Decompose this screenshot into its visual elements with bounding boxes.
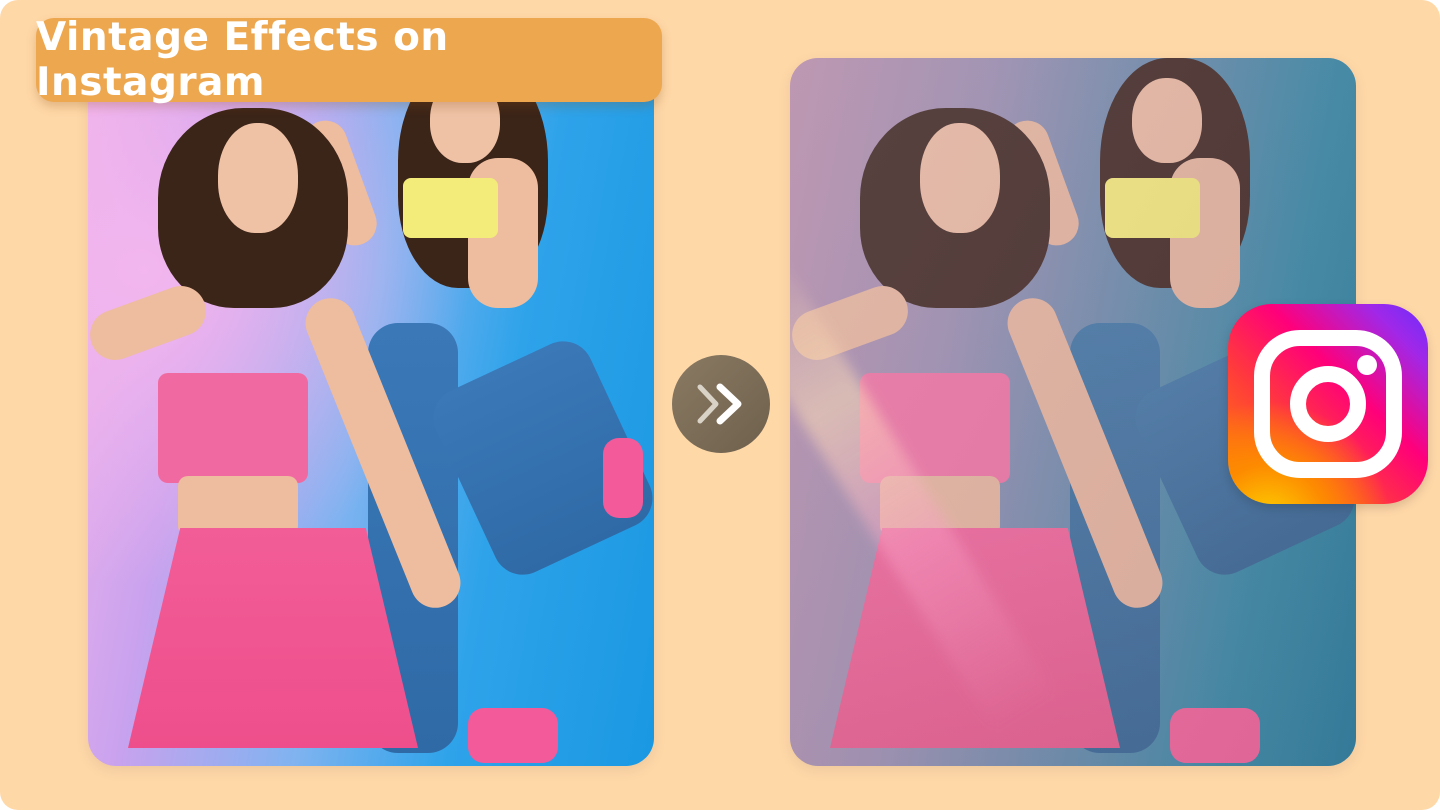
instagram-icon: [1228, 304, 1428, 504]
model-front: [88, 98, 558, 766]
page-title: Vintage Effects on Instagram: [36, 15, 449, 105]
double-chevron-right-icon: [697, 383, 742, 425]
original-photo: [88, 58, 654, 766]
title-badge: Vintage Effects on Instagram: [36, 15, 662, 105]
canvas: Vintage Effects on Instagram: [0, 0, 1440, 810]
instagram-glyph: [1254, 330, 1402, 478]
next-arrow-button[interactable]: [672, 355, 770, 453]
